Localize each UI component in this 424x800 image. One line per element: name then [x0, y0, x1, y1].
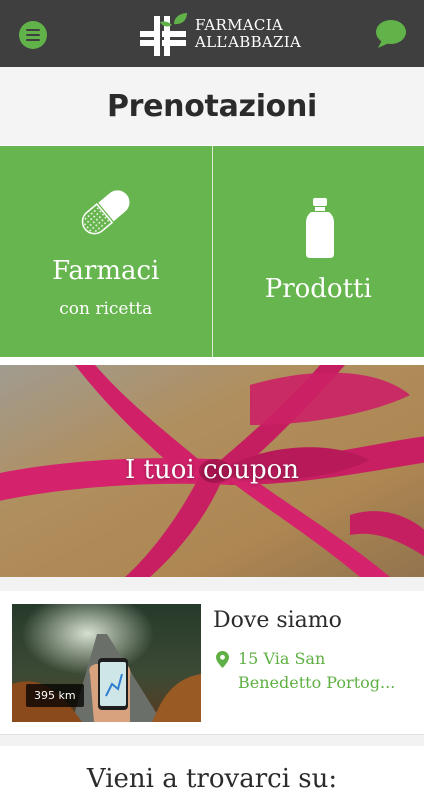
bottle-icon	[305, 198, 334, 258]
title-bar: Prenotazioni	[0, 67, 424, 145]
coupon-banner[interactable]: I tuoi coupon	[0, 365, 424, 577]
booking-tiles: Farmaci con ricetta Prodotti	[0, 146, 424, 357]
social-section: Vieni a trovarci su:	[0, 746, 424, 800]
tile-products[interactable]: Prodotti	[212, 146, 424, 357]
section-gap	[0, 735, 424, 746]
separator	[0, 357, 424, 365]
coupon-label: I tuoi coupon	[125, 455, 299, 485]
brand-line-2: ALL’ABBAZIA	[195, 33, 302, 51]
pharmacy-cross-logo	[140, 13, 187, 56]
location-title: Dove siamo	[213, 608, 342, 633]
location-card[interactable]: 395 km Dove siamo 15 Via San Benedetto P…	[0, 591, 424, 734]
pill-capsule-icon	[81, 190, 130, 235]
location-photo: 395 km	[12, 604, 201, 722]
brand-line-1: FARMACIA	[195, 16, 284, 34]
tile-label: Prodotti	[264, 274, 372, 304]
brand-name: FARMACIA ALL’ABBAZIA	[195, 17, 301, 51]
tile-prescription-drugs[interactable]: Farmaci con ricetta	[0, 146, 213, 357]
hamburger-menu-icon[interactable]	[19, 21, 47, 49]
social-section-title: Vieni a trovarci su:	[86, 764, 338, 794]
page-title: Prenotazioni	[106, 88, 318, 124]
speech-bubble-icon[interactable]	[374, 18, 408, 50]
app-header: FARMACIA ALL’ABBAZIA	[0, 0, 424, 67]
tile-sublabel: con ricetta	[59, 299, 153, 319]
tile-label: Farmaci	[52, 256, 160, 286]
section-gap	[0, 577, 424, 591]
distance-badge: 395 km	[26, 684, 84, 707]
map-pin-icon	[216, 651, 229, 668]
location-address[interactable]: 15 Via San Benedetto Portog...	[238, 647, 413, 695]
